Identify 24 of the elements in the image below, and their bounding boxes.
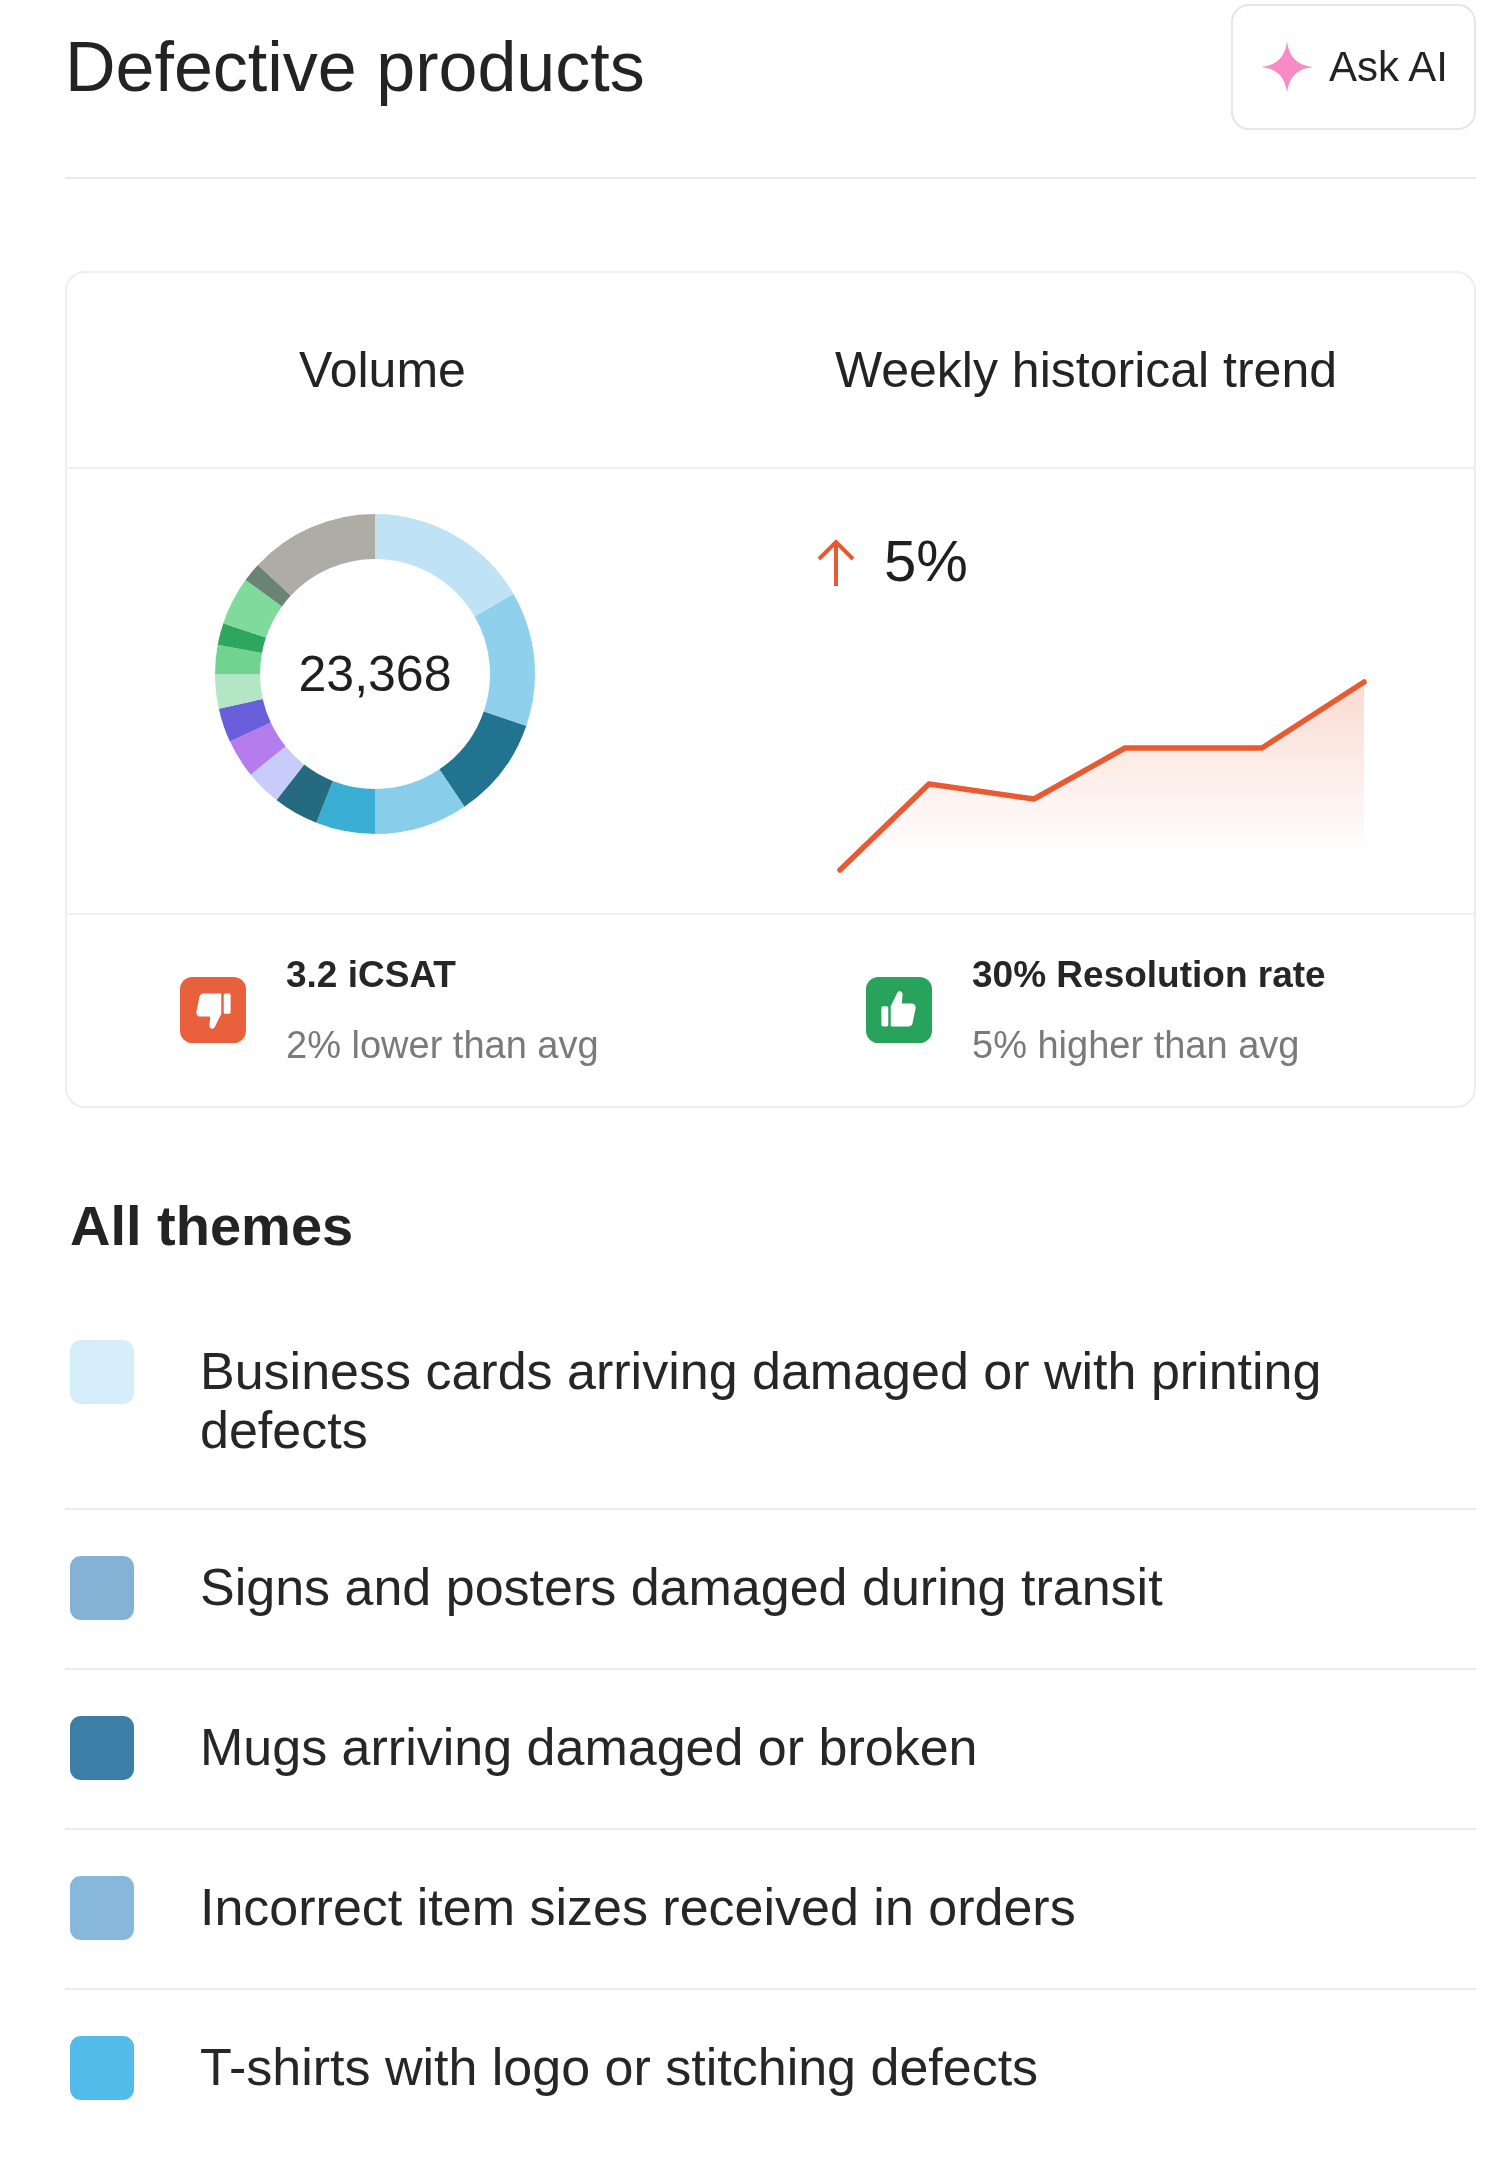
theme-label[interactable]: Business cards arriving damaged or with printing defects (200, 1342, 1416, 1461)
donut-slice (215, 674, 263, 709)
ask-ai-button[interactable]: Ask AI (1230, 4, 1476, 130)
metric-title: 30% Resolution rate (972, 952, 1326, 997)
metric-note: 5% higher than avg (972, 1022, 1301, 1068)
donut-slice (215, 644, 262, 674)
donut-slice (276, 764, 333, 823)
donut-slice (230, 722, 286, 775)
total-count: 23,368 (298, 646, 452, 702)
theme-label[interactable]: T-shirts with logo or stitching defects (200, 2038, 1416, 2098)
donut-slice (218, 698, 271, 742)
page-title: Defective products (65, 28, 645, 106)
metric-title: 3.2 iCSAT (286, 952, 457, 997)
theme-label[interactable]: Incorrect item sizes received in orders (200, 1878, 1416, 1938)
theme-label[interactable]: Mugs arriving damaged or broken (200, 1718, 1416, 1778)
volume-heading: Volume (299, 341, 466, 400)
thumbs-down-icon (180, 977, 246, 1044)
thumbs-up-icon (866, 977, 932, 1044)
donut-slice (250, 746, 305, 801)
section-heading: All themes (70, 1194, 355, 1259)
trend-change: 5% (884, 532, 968, 590)
trend-heading: Weekly historical trend (834, 341, 1338, 400)
theme-label[interactable]: Signs and posters damaged during transit (200, 1558, 1416, 1618)
metric-note: 2% lower than avg (286, 1022, 599, 1068)
